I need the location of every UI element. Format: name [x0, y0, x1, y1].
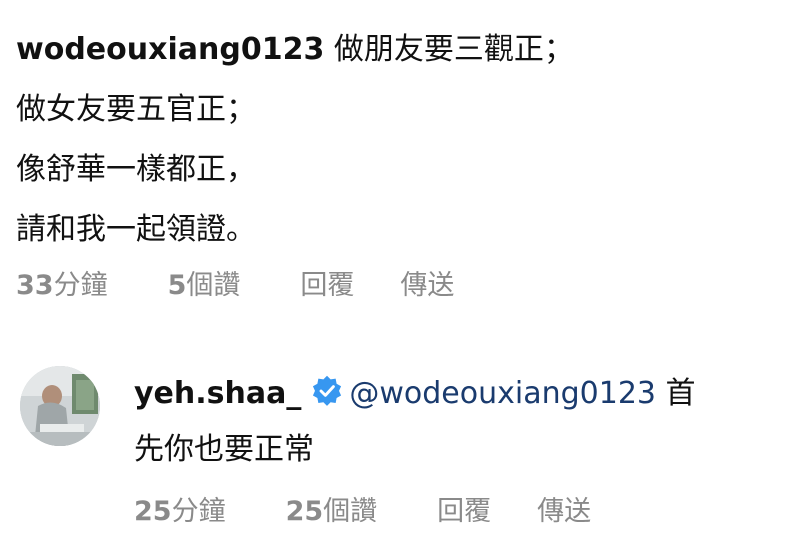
comment-line: wodeouxiang0123 做朋友要三觀正；	[16, 20, 776, 80]
verified-badge-icon	[313, 375, 342, 406]
comment-username[interactable]: wodeouxiang0123	[16, 32, 324, 67]
comment-time: 33分鐘	[16, 269, 108, 301]
comment-line: 請和我一起領證。	[16, 212, 256, 247]
comment-line-text: 做朋友要三觀正；	[333, 32, 574, 67]
avatar-image	[20, 366, 100, 446]
reply-button[interactable]: 回覆	[300, 263, 354, 302]
reply-time: 25分鐘	[134, 495, 226, 527]
reply-line: 先你也要正常	[134, 432, 314, 467]
reply-line-text: 首	[665, 376, 696, 411]
comment-meta: 33分鐘 5個讚 回覆 傳送	[16, 262, 776, 302]
comment-line: 像舒華一樣都正，	[16, 152, 256, 187]
reply-text: yeh.shaa_ @wodeouxiang0123 首 先你也要正常	[134, 366, 774, 478]
comment-text: wodeouxiang0123 做朋友要三觀正； 做女友要五官正； 像舒華一樣都…	[16, 20, 776, 260]
reply-line: yeh.shaa_ @wodeouxiang0123 首	[134, 366, 774, 422]
like-count[interactable]: 25個讚	[286, 489, 378, 528]
like-count[interactable]: 5個讚	[168, 263, 241, 302]
comment-line: 做女友要五官正；	[16, 92, 256, 127]
reply-button[interactable]: 回覆	[437, 489, 491, 528]
avatar[interactable]	[20, 366, 100, 446]
reply-body: yeh.shaa_ @wodeouxiang0123 首 先你也要正常 25分鐘…	[134, 366, 774, 528]
mention-link[interactable]: @wodeouxiang0123	[349, 376, 656, 411]
comment: wodeouxiang0123 做朋友要三觀正； 做女友要五官正； 像舒華一樣都…	[16, 20, 776, 302]
share-button[interactable]: 傳送	[537, 489, 591, 528]
reply-username[interactable]: yeh.shaa_	[134, 376, 301, 411]
share-button[interactable]: 傳送	[400, 263, 454, 302]
reply-meta: 25分鐘 25個讚 回覆 傳送	[134, 488, 774, 528]
